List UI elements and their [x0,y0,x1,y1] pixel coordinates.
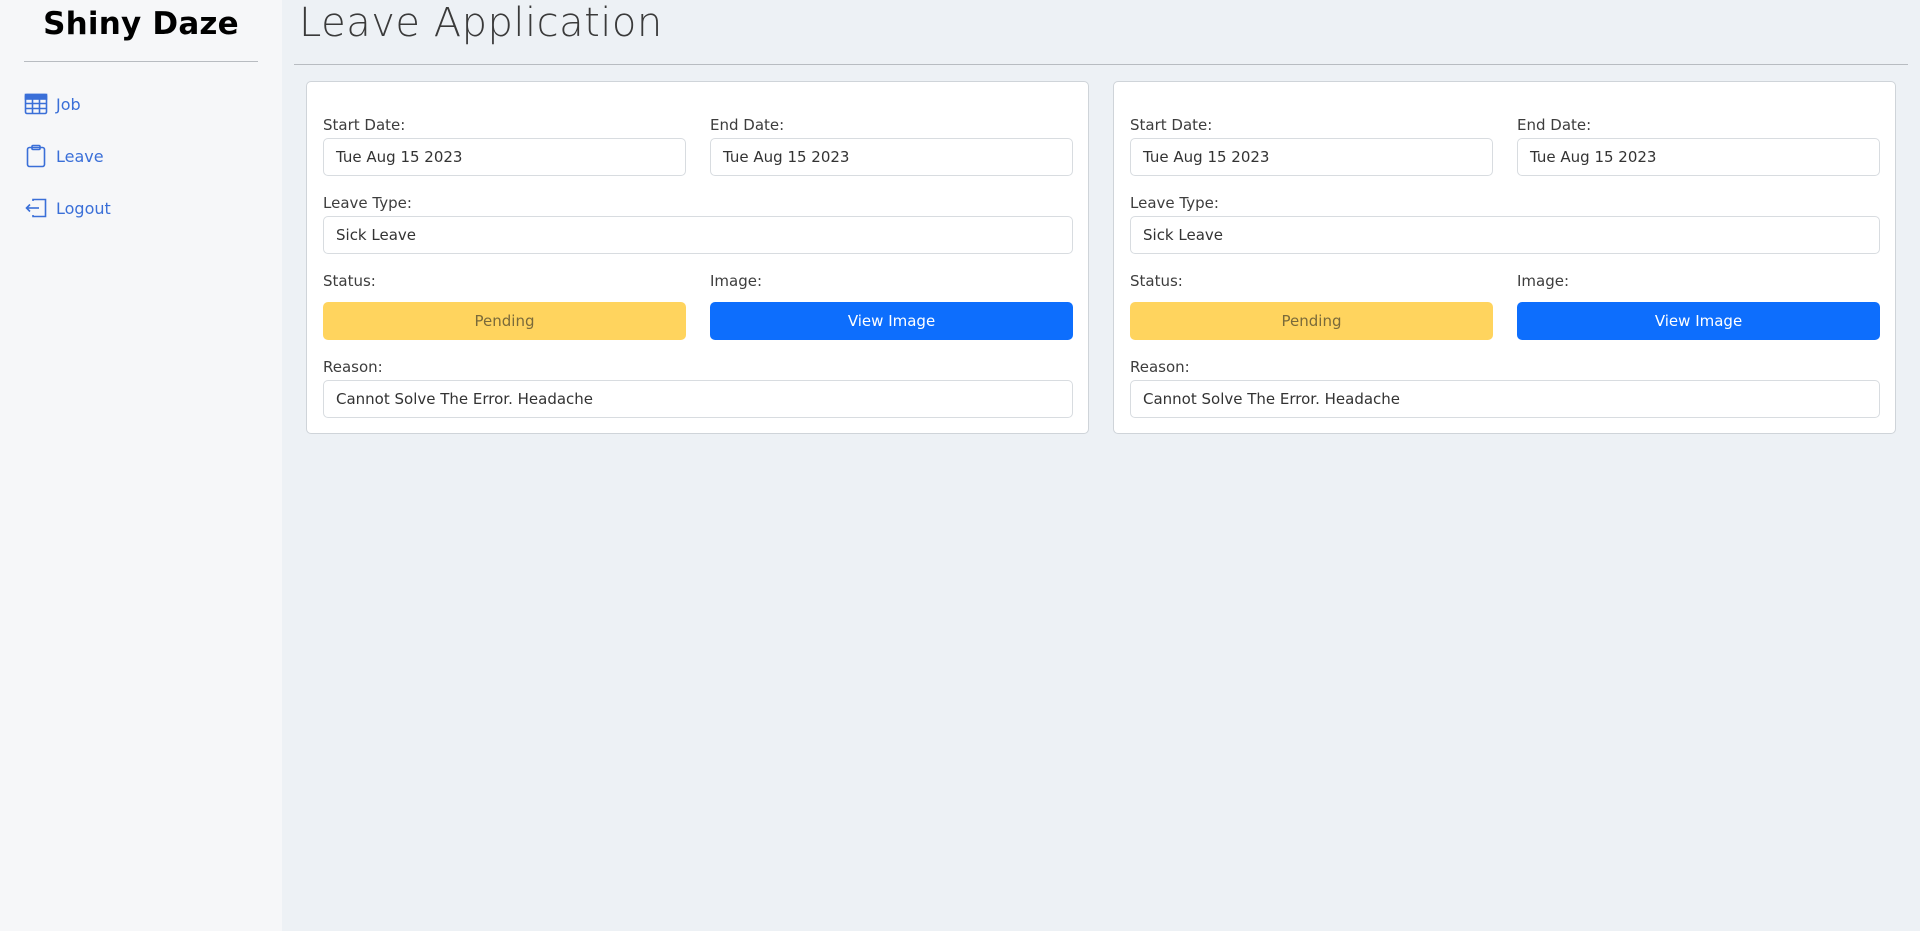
image-label: Image: [710,272,763,290]
start-date-label: Start Date: [1130,116,1213,134]
sidebar-item-label: Leave [56,146,104,166]
reason-label: Reason: [1130,358,1190,376]
start-date-label: Start Date: [323,116,406,134]
sidebar: Shiny Daze Job Leave Logout [0,0,282,931]
sidebar-divider [24,61,258,62]
status-badge: Pending [1130,302,1493,340]
reason-field[interactable]: Cannot Solve The Error. Headache [1130,380,1880,418]
image-label: Image: [1517,272,1570,290]
sidebar-item-label: Logout [56,198,111,218]
start-date-field[interactable]: Tue Aug 15 2023 [1130,138,1493,176]
leave-type-label: Leave Type: [1130,194,1219,212]
end-date-field[interactable]: Tue Aug 15 2023 [710,138,1073,176]
status-label: Status: [1130,272,1183,290]
end-date-label: End Date: [1517,116,1592,134]
page-title: Leave Application [299,0,663,46]
reason-field[interactable]: Cannot Solve The Error. Headache [323,380,1073,418]
sidebar-item-label: Job [56,94,81,114]
start-date-field[interactable]: Tue Aug 15 2023 [323,138,686,176]
view-image-button[interactable]: View Image [710,302,1073,340]
leave-type-label: Leave Type: [323,194,412,212]
sidebar-item-leave[interactable]: Leave [24,144,104,168]
sidebar-item-job[interactable]: Job [24,92,81,116]
title-divider [294,64,1908,65]
status-badge: Pending [323,302,686,340]
brand-title: Shiny Daze [43,6,239,42]
view-image-button[interactable]: View Image [1517,302,1880,340]
end-date-field[interactable]: Tue Aug 15 2023 [1517,138,1880,176]
status-label: Status: [323,272,376,290]
logout-icon [24,196,48,220]
end-date-label: End Date: [710,116,785,134]
table-icon [24,92,48,116]
leave-card: Start Date: Tue Aug 15 2023 End Date: Tu… [306,81,1089,434]
leave-card: Start Date: Tue Aug 15 2023 End Date: Tu… [1113,81,1896,434]
leave-type-field[interactable]: Sick Leave [323,216,1073,254]
leave-type-field[interactable]: Sick Leave [1130,216,1880,254]
clipboard-icon [24,144,48,168]
sidebar-item-logout[interactable]: Logout [24,196,111,220]
reason-label: Reason: [323,358,383,376]
